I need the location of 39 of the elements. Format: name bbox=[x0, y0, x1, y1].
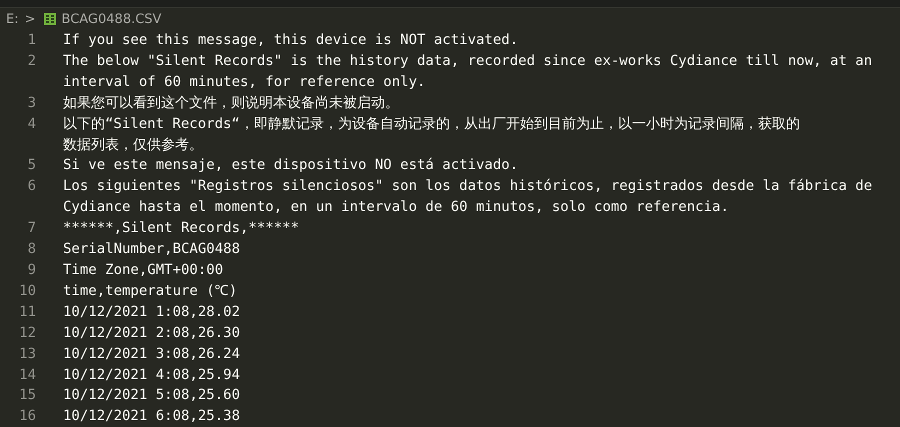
line-number: 2 bbox=[26, 52, 36, 71]
breadcrumb-drive[interactable]: E: bbox=[6, 12, 19, 26]
code-line: Time Zone,GMT+00:00 bbox=[63, 260, 224, 280]
line-number: 16 bbox=[18, 407, 36, 426]
code-line: 以下的“Silent Records“，即静默记录，为设备自动记录的，从出厂开始到目前为止，以一小时为记录间隔，获取的 bbox=[63, 114, 800, 134]
line-number: 6 bbox=[26, 177, 36, 196]
code-line: time,temperature (℃) bbox=[63, 282, 238, 301]
code-line: 10/12/2021 1:08,28.02 bbox=[63, 302, 240, 322]
line-number: 5 bbox=[26, 156, 36, 176]
code-line: 10/12/2021 2:08,26.30 bbox=[63, 324, 240, 343]
code-line: 10/12/2021 3:08,26.24 bbox=[63, 344, 240, 364]
line-number: 9 bbox=[26, 260, 36, 280]
breadcrumb-file[interactable]: BCAG0488.CSV bbox=[62, 12, 162, 26]
code-line: 数据列表，仅供参考。 bbox=[63, 136, 203, 155]
code-line: Si ve este mensaje, este dispositivo NO está activado. bbox=[63, 156, 518, 176]
code-line: Los siguientes "Registros silenciosos" son los datos históricos, registrados desde la fábrica de bbox=[63, 177, 872, 196]
code-line: 10/12/2021 5:08,25.60 bbox=[63, 386, 240, 406]
code-line: interval of 60 minutes, for reference only. bbox=[63, 72, 426, 92]
line-number: 14 bbox=[18, 366, 36, 384]
code-line: SerialNumber,BCAG0488 bbox=[63, 240, 240, 260]
code-line: The below "Silent Records" is the history data, recorded since ex-works Cydiance till now, at an bbox=[63, 52, 872, 71]
code-line: ******,Silent Records,****** bbox=[63, 219, 300, 238]
code-line: If you see this message, this device is NOT activated. bbox=[63, 31, 518, 50]
line-number: 8 bbox=[26, 240, 36, 260]
code-line: 10/12/2021 6:08,25.38 bbox=[63, 407, 240, 426]
breadcrumb-separator: > bbox=[24, 12, 36, 26]
line-number: 4 bbox=[26, 114, 36, 134]
line-number: 13 bbox=[18, 344, 36, 364]
table-file-icon bbox=[44, 13, 56, 25]
code-line: Cydiance hasta el momento, en un intervalo de 60 minutos, solo como referencia. bbox=[63, 198, 729, 218]
line-number: 1 bbox=[26, 31, 36, 50]
line-number: 7 bbox=[26, 219, 36, 238]
line-number: 15 bbox=[18, 386, 36, 406]
line-number: 11 bbox=[18, 302, 36, 322]
line-number: 3 bbox=[26, 94, 36, 113]
code-line: 10/12/2021 4:08,25.94 bbox=[63, 366, 240, 384]
code-line: 如果您可以看到这个文件，则说明本设备尚未被启动。 bbox=[63, 94, 399, 113]
line-number: 10 bbox=[18, 282, 36, 301]
line-number: 12 bbox=[18, 324, 36, 343]
